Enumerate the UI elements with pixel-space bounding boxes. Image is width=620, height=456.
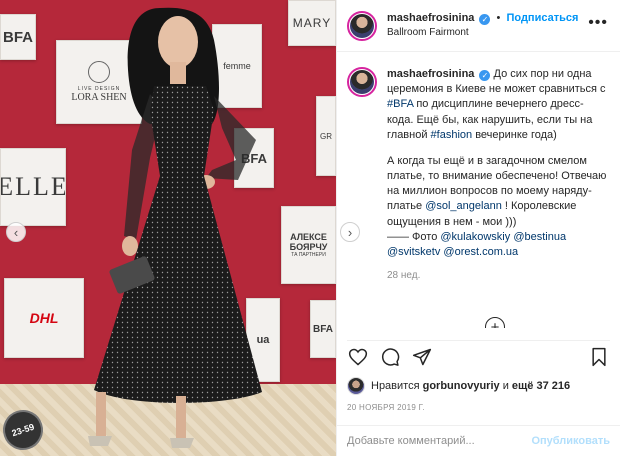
verified-badge-icon: ✓ xyxy=(479,14,491,26)
likes-count-link[interactable]: ещё 37 216 xyxy=(512,380,570,392)
post-photo[interactable]: BFA MARY LIVE DESIGN LORA SHEN femme ELL… xyxy=(0,0,336,456)
post-date[interactable]: 20 НОЯБРЯ 2019 Г. xyxy=(347,403,425,412)
author-info: mashaefrosinina ✓ • Подписаться Ballroom… xyxy=(387,11,578,39)
bookmark-icon[interactable] xyxy=(588,346,610,368)
publish-button[interactable]: Опубликовать xyxy=(531,435,610,447)
caption-username-link[interactable]: mashaefrosinina xyxy=(387,68,474,80)
photo-next-button[interactable]: › xyxy=(340,222,360,242)
comment-input[interactable] xyxy=(347,435,532,447)
liker-avatar[interactable] xyxy=(347,377,365,395)
share-icon[interactable] xyxy=(411,346,433,368)
post-header: mashaefrosinina ✓ • Подписаться Ballroom… xyxy=(337,0,620,52)
hashtag-bfa-link[interactable]: #BFA xyxy=(387,98,413,110)
comment-icon[interactable] xyxy=(379,346,401,368)
comment-form: Опубликовать xyxy=(337,425,620,456)
header-separator: • xyxy=(496,12,501,25)
caption-age: 28 нед. xyxy=(387,270,421,282)
caption-verified-badge-icon: ✓ xyxy=(479,70,491,81)
load-more-comments-button[interactable]: + xyxy=(485,317,505,328)
more-options-icon[interactable]: ••• xyxy=(588,14,608,32)
photo-prev-button[interactable]: ‹ xyxy=(6,222,26,242)
mention-kulakowskiy-link[interactable]: @kulakowskiy xyxy=(440,231,510,243)
location-link[interactable]: Ballroom Fairmont xyxy=(387,26,578,40)
liker-username-link[interactable]: gorbunovyuriy xyxy=(423,380,500,392)
mention-bestinua-link[interactable]: @bestinua xyxy=(513,231,566,243)
likes-prefix: Нравится xyxy=(371,380,420,392)
heart-icon[interactable] xyxy=(347,346,369,368)
author-username-link[interactable]: mashaefrosinina xyxy=(387,12,474,24)
caption-text-2c: —— Фото xyxy=(387,230,441,243)
mention-sol-angelann-link[interactable]: @sol_angelann xyxy=(425,200,502,212)
hashtag-fashion-link[interactable]: #fashion xyxy=(431,129,473,141)
caption-text-1c: вечеринке года) xyxy=(472,128,557,141)
comments-area: mashaefrosinina ✓ До сих пор ни одна цер… xyxy=(337,53,620,328)
follow-button[interactable]: Подписаться xyxy=(506,12,578,24)
author-avatar[interactable] xyxy=(347,10,377,41)
mention-orest-link[interactable]: @orest.com.ua xyxy=(443,246,518,258)
likes-and: и xyxy=(502,380,509,392)
post-side-panel: mashaefrosinina ✓ • Подписаться Ballroom… xyxy=(336,0,620,456)
caption-paragraph-2: А когда ты ещё и в загадочном смелом пла… xyxy=(387,154,610,260)
likes-summary: Нравится gorbunovyuriy и ещё 37 216 xyxy=(347,377,570,395)
woman-figure-illustration xyxy=(88,7,262,448)
mention-svitsketv-link[interactable]: @svitsketv xyxy=(387,246,440,258)
caption-row: mashaefrosinina ✓ До сих пор ни одна цер… xyxy=(347,67,610,283)
caption-paragraph-1: mashaefrosinina ✓ До сих пор ни одна цер… xyxy=(387,67,610,143)
action-bar xyxy=(347,340,610,366)
caption-body: mashaefrosinina ✓ До сих пор ни одна цер… xyxy=(387,67,610,283)
caption-author-avatar[interactable] xyxy=(347,67,377,97)
